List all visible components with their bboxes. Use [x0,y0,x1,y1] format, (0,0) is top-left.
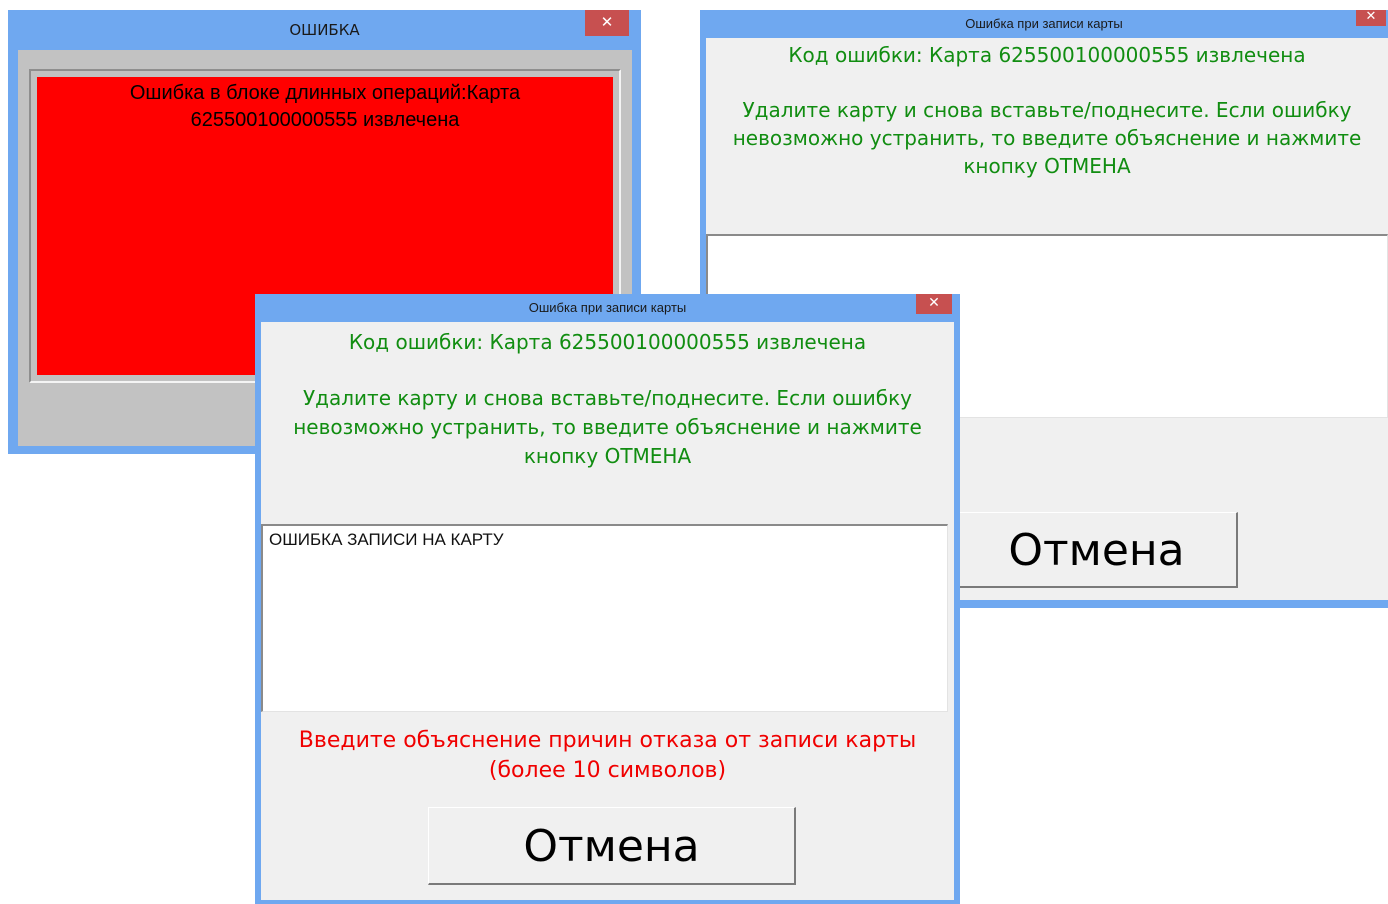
error-code-text: Код ошибки: Карта 625500100000555 извлеч… [788,43,1306,67]
window-title: ОШИБКА [289,21,360,39]
instruction-line-1: Удалите карту и снова вставьте/поднесите… [742,98,1352,122]
cancel-button[interactable]: Отмена [956,512,1238,588]
instruction-line-1: Удалите карту и снова вставьте/поднесите… [302,386,912,410]
explanation-input[interactable]: ОШИБКА ЗАПИСИ НА КАРТУ [261,524,948,712]
cancel-button[interactable]: Отмена [428,807,796,885]
instruction-line-2: невозможно устранить, то введите объясне… [293,415,922,439]
error-message-line-2: 625500100000555 извлечена [190,109,460,131]
window-title: Ошибка при записи карты [965,16,1123,31]
hint-line-1: Введите объяснение причин отказа от запи… [298,728,917,753]
instruction-line-3: кнопку ОТМЕНА [963,154,1131,178]
window-title: Ошибка при записи карты [528,300,687,315]
window-client: Код ошибки: Карта 625500100000555 извлеч… [261,322,954,900]
explanation-hint: Введите объяснение причин отказа от запи… [261,726,954,786]
instruction-text: Удалите карту и снова вставьте/поднесите… [261,384,954,471]
instruction-line-2: невозможно устранить, то введите объясне… [732,126,1362,150]
card-write-error-dialog: Ошибка при записи карты ✕ Код ошибки: Ка… [255,294,960,904]
close-icon[interactable]: ✕ [1356,10,1386,26]
instruction-line-3: кнопку ОТМЕНА [523,444,692,468]
error-code-text: Код ошибки: Карта 625500100000555 извлеч… [348,330,867,354]
hint-line-2: (более 10 символов) [488,758,727,783]
close-icon[interactable]: ✕ [585,10,629,36]
error-message: Ошибка в блоке длинных операций:Карта 62… [37,77,613,134]
error-message-line-1: Ошибка в блоке длинных операций:Карта [129,82,521,104]
instruction-text: Удалите карту и снова вставьте/поднесите… [706,96,1388,180]
close-icon[interactable]: ✕ [916,294,952,314]
